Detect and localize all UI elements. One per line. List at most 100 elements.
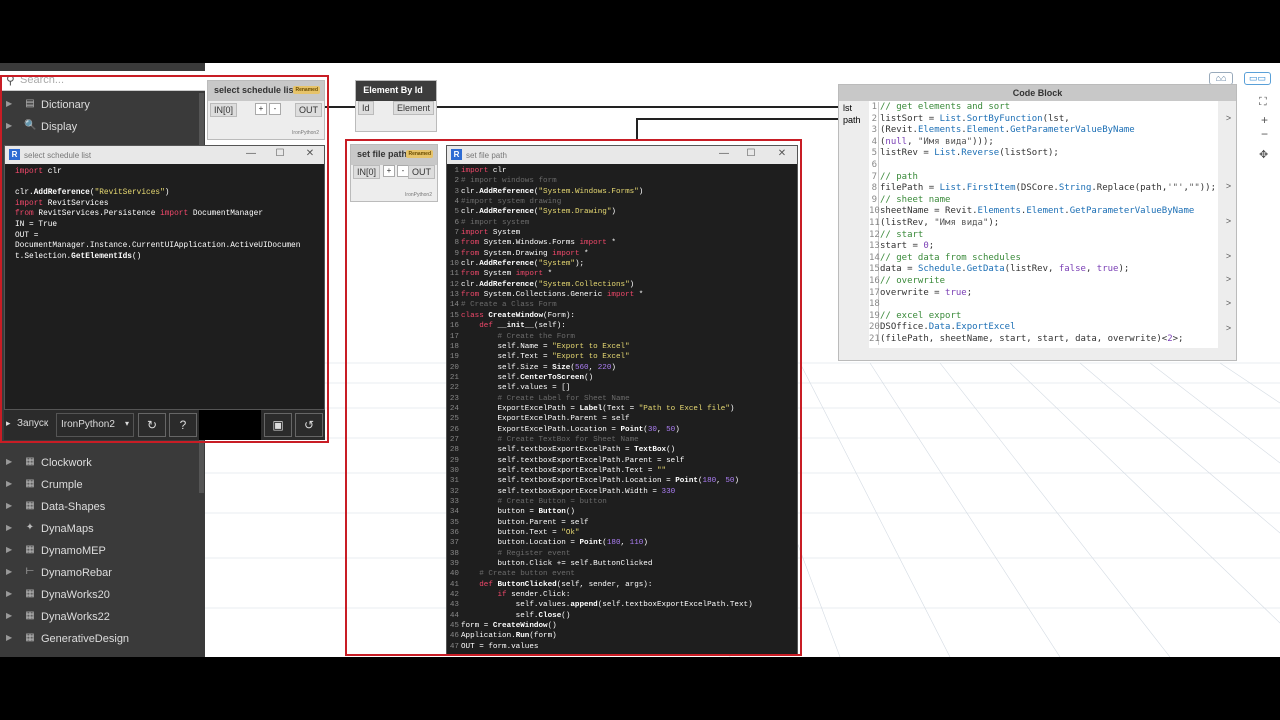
library-item-label: DynaWorks20 <box>41 589 110 601</box>
input-port[interactable]: Id <box>358 101 374 115</box>
expand-arrow-icon[interactable]: ▶ <box>6 523 12 532</box>
node-title: Code Block <box>839 85 1236 101</box>
dictionary-icon: ▤ <box>25 98 35 109</box>
renamed-badge: Renamed <box>293 86 320 94</box>
element-by-id-node[interactable]: Element By Id Id Element <box>355 80 437 132</box>
output-port[interactable]: > <box>1223 181 1234 192</box>
run-arrow-icon: ▸ <box>6 418 11 428</box>
canvas[interactable]: ⌂⌂ ▭▭ ⛶ + − ✥ ⚲ Search... ▶ ▤ Dictionary ▶ 🔍… <box>0 63 1280 657</box>
maximize-icon[interactable]: ☐ <box>273 148 287 162</box>
window-title-bar[interactable]: R set file path — ☐ ✕ <box>447 146 797 164</box>
library-item[interactable]: ▶ ⊢ DynamoRebar <box>0 562 198 584</box>
python-code-editor[interactable]: 1 import clr 2 # import windows form 3 clr.… <box>447 166 753 652</box>
library-item-label: GenerativeDesign <box>41 633 130 645</box>
minimize-icon[interactable]: — <box>717 148 731 162</box>
save-icon[interactable]: ▣ <box>264 413 292 437</box>
window-title: select schedule list <box>24 151 92 160</box>
output-port[interactable]: > <box>1223 323 1234 334</box>
library-item[interactable]: ▶ 🔍 Display <box>0 116 198 138</box>
library-item[interactable]: ▶ ▦ Data-Shapes <box>0 496 198 518</box>
minimize-icon[interactable]: — <box>244 148 258 162</box>
output-port[interactable]: > <box>1223 113 1234 124</box>
expand-arrow-icon[interactable]: ▶ <box>6 501 12 510</box>
close-icon[interactable]: ✕ <box>775 148 789 162</box>
code-block-node[interactable]: Code Block lst path 1// get elements and… <box>838 84 1237 361</box>
output-port[interactable]: > <box>1223 274 1234 285</box>
python-code-editor[interactable]: import clr clr.AddReference("RevitServic… <box>15 167 300 262</box>
library-item[interactable]: ▶ ✦ DynaMaps <box>0 518 198 540</box>
output-port[interactable]: OUT <box>295 103 322 117</box>
node-title: select schedule list <box>214 85 297 95</box>
library-item[interactable]: ▶ ▦ Clockwork <box>0 452 198 474</box>
library-item-label: DynaMaps <box>41 523 94 535</box>
expand-arrow-icon[interactable]: ▶ <box>6 633 12 642</box>
library-item-label: Crumple <box>41 479 83 491</box>
editor-toolbar: Запуск ▸ IronPython2 ▾ ↻ ? ▣ ↺ <box>4 410 325 440</box>
search-box[interactable]: ⚲ Search... <box>0 71 205 91</box>
node-footer: IronPython2 <box>292 130 319 136</box>
library-item-label: Clockwork <box>41 457 92 469</box>
library-item[interactable]: ▶ ▦ DynamoMEP <box>0 540 198 562</box>
migrate-icon[interactable]: ↻ <box>138 413 166 437</box>
add-input-button[interactable]: + <box>255 103 267 115</box>
code-block-editor[interactable]: 1// get elements and sort 2 listSort = Li… <box>869 101 1218 348</box>
input-port-lst[interactable]: lst <box>840 102 855 114</box>
engine-value: IronPython2 <box>61 419 115 430</box>
python-editor-window-1[interactable]: R select schedule list — ☐ ✕ import clr … <box>4 145 325 410</box>
library-item-label: DynamoRebar <box>41 567 112 579</box>
input-port[interactable]: IN[0] <box>353 165 381 179</box>
expand-arrow-icon[interactable]: ▶ <box>6 611 12 620</box>
output-port[interactable]: > <box>1223 251 1234 262</box>
revert-icon[interactable]: ↺ <box>295 413 323 437</box>
expand-arrow-icon[interactable]: ▶ <box>6 567 12 576</box>
input-port-path[interactable]: path <box>840 114 864 126</box>
expand-arrow-icon[interactable]: ▶ <box>6 99 12 108</box>
run-button[interactable]: Запуск <box>4 410 52 440</box>
close-icon[interactable]: ✕ <box>303 148 317 162</box>
engine-select[interactable]: IronPython2 ▾ <box>56 413 134 437</box>
package-icon: ▦ <box>25 478 35 489</box>
select-schedule-list-node[interactable]: select schedule list Renamed IN[0] + - OU… <box>207 80 325 140</box>
library-item[interactable]: ▶ ▦ Crumple <box>0 474 198 496</box>
revit-logo-icon: R <box>9 149 20 160</box>
window-title: set file path <box>466 151 507 160</box>
revit-logo-icon: R <box>451 149 462 160</box>
node-footer: IronPython2 <box>405 192 432 198</box>
input-port[interactable]: IN[0] <box>210 103 238 117</box>
package-icon: ▦ <box>25 632 35 643</box>
output-port[interactable]: OUT <box>408 165 435 179</box>
rebar-icon: ⊢ <box>25 566 35 577</box>
window-title-bar[interactable]: R select schedule list — ☐ ✕ <box>5 146 324 164</box>
library-item[interactable]: ▶ ▦ DynaWorks20 <box>0 584 198 606</box>
remove-input-button[interactable]: - <box>269 103 281 115</box>
package-icon: ▦ <box>25 500 35 511</box>
package-icon: ▦ <box>25 544 35 555</box>
add-input-button[interactable]: + <box>383 165 395 177</box>
help-icon[interactable]: ? <box>169 413 197 437</box>
node-title: set file path <box>357 149 408 159</box>
display-icon: 🔍 <box>24 120 37 131</box>
library-item-label: DynamoMEP <box>41 545 106 557</box>
expand-arrow-icon[interactable]: ▶ <box>6 589 12 598</box>
python-editor-window-2[interactable]: R set file path — ☐ ✕ 1 import clr 2 # imp… <box>446 145 798 655</box>
library-item-label: DynaWorks22 <box>41 611 110 623</box>
library-item[interactable]: ▶ ▦ DynaWorks22 <box>0 606 198 628</box>
maximize-icon[interactable]: ☐ <box>744 148 758 162</box>
library-item-label: Data-Shapes <box>41 501 106 513</box>
renamed-badge: Renamed <box>406 150 433 158</box>
output-port[interactable]: > <box>1223 216 1234 227</box>
output-port[interactable]: > <box>1223 298 1234 309</box>
expand-arrow-icon[interactable]: ▶ <box>6 121 12 130</box>
search-icon: ⚲ <box>6 73 15 87</box>
set-file-path-node[interactable]: set file path Renamed IN[0] + - OUT IronP… <box>350 144 438 202</box>
dynamaps-icon: ✦ <box>25 522 35 533</box>
search-input[interactable]: Search... <box>20 74 64 86</box>
library-item[interactable]: ▶ ▦ GenerativeDesign <box>0 628 198 650</box>
expand-arrow-icon[interactable]: ▶ <box>6 545 12 554</box>
output-port[interactable]: Element <box>392 101 434 115</box>
expand-arrow-icon[interactable]: ▶ <box>6 479 12 488</box>
library-item-label: Dictionary <box>41 99 90 111</box>
package-icon: ▦ <box>25 610 35 621</box>
expand-arrow-icon[interactable]: ▶ <box>6 457 12 466</box>
library-item[interactable]: ▶ ▤ Dictionary <box>0 94 198 116</box>
